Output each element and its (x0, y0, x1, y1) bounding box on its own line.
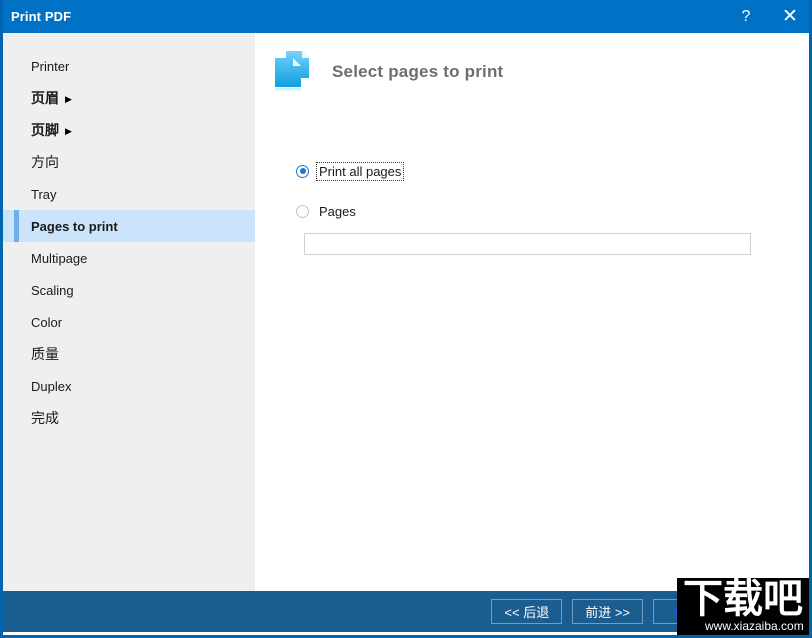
title-bar: Print PDF ? ✕ (0, 0, 812, 33)
dialog-body: Printer 页眉 ▶ 页脚 ▶ 方向 Tray Pages to print Multipa… (3, 33, 809, 591)
radio-label-print-all-pages[interactable]: Print all pages (317, 163, 403, 180)
sidebar-item-4[interactable]: Tray (3, 178, 255, 210)
sidebar-item-label: 完成 (31, 408, 59, 428)
radio-label-pages[interactable]: Pages (317, 203, 358, 220)
pages-option-group: Print all pages Pages (255, 95, 809, 255)
main-content: Select pages to print Print all pages Pa… (255, 33, 809, 591)
sidebar-item-label: Printer (31, 59, 69, 74)
option-row-print-all[interactable]: Print all pages (296, 161, 809, 181)
option-row-pages[interactable]: Pages (296, 201, 809, 221)
sidebar-item-label: Duplex (31, 379, 71, 394)
sidebar-item-11[interactable]: 完成 (3, 402, 255, 434)
back-button[interactable]: << 后退 (491, 599, 562, 624)
sidebar-item-5[interactable]: Pages to print (3, 210, 255, 242)
watermark-text: 下载吧 (683, 578, 803, 621)
page-title: Select pages to print (332, 62, 503, 82)
close-icon[interactable]: ✕ (768, 0, 812, 33)
chevron-right-icon: ▶ (65, 95, 72, 104)
help-icon[interactable]: ? (724, 0, 768, 33)
sidebar-item-label: 质量 (31, 344, 59, 364)
print-pdf-dialog: Print PDF ? ✕ Printer 页眉 ▶ 页脚 ▶ 方向 Tray Pages t… (0, 0, 812, 638)
sidebar-item-2[interactable]: 页脚 ▶ (3, 114, 255, 146)
sidebar-item-label: Pages to print (31, 219, 118, 234)
sidebar-item-8[interactable]: Color (3, 306, 255, 338)
sidebar-item-7[interactable]: Scaling (3, 274, 255, 306)
sidebar-item-label: 页脚 (31, 120, 59, 140)
sidebar-item-9[interactable]: 质量 (3, 338, 255, 370)
watermark-url: www.xiazaiba.com (705, 619, 804, 633)
window-title: Print PDF (11, 9, 71, 24)
documents-pages-icon (271, 49, 315, 95)
sidebar-item-label: Scaling (31, 283, 74, 298)
watermark-overlay: 下载吧 www.xiazaiba.com (677, 578, 812, 638)
sidebar-item-1[interactable]: 页眉 ▶ (3, 82, 255, 114)
sidebar-item-label: 页眉 (31, 88, 59, 108)
sidebar-item-0[interactable]: Printer (3, 50, 255, 82)
radio-pages[interactable] (296, 205, 309, 218)
pages-range-input[interactable] (304, 233, 751, 255)
sidebar-item-label: Tray (31, 187, 57, 202)
content-header: Select pages to print (255, 33, 809, 95)
radio-print-all-pages[interactable] (296, 165, 309, 178)
chevron-right-icon: ▶ (65, 127, 72, 136)
sidebar-item-label: Multipage (31, 251, 87, 266)
sidebar: Printer 页眉 ▶ 页脚 ▶ 方向 Tray Pages to print Multipa… (3, 33, 255, 591)
sidebar-item-10[interactable]: Duplex (3, 370, 255, 402)
sidebar-item-label: Color (31, 315, 62, 330)
sidebar-item-label: 方向 (31, 152, 59, 172)
sidebar-item-3[interactable]: 方向 (3, 146, 255, 178)
sidebar-item-6[interactable]: Multipage (3, 242, 255, 274)
next-button[interactable]: 前进 >> (572, 599, 643, 624)
